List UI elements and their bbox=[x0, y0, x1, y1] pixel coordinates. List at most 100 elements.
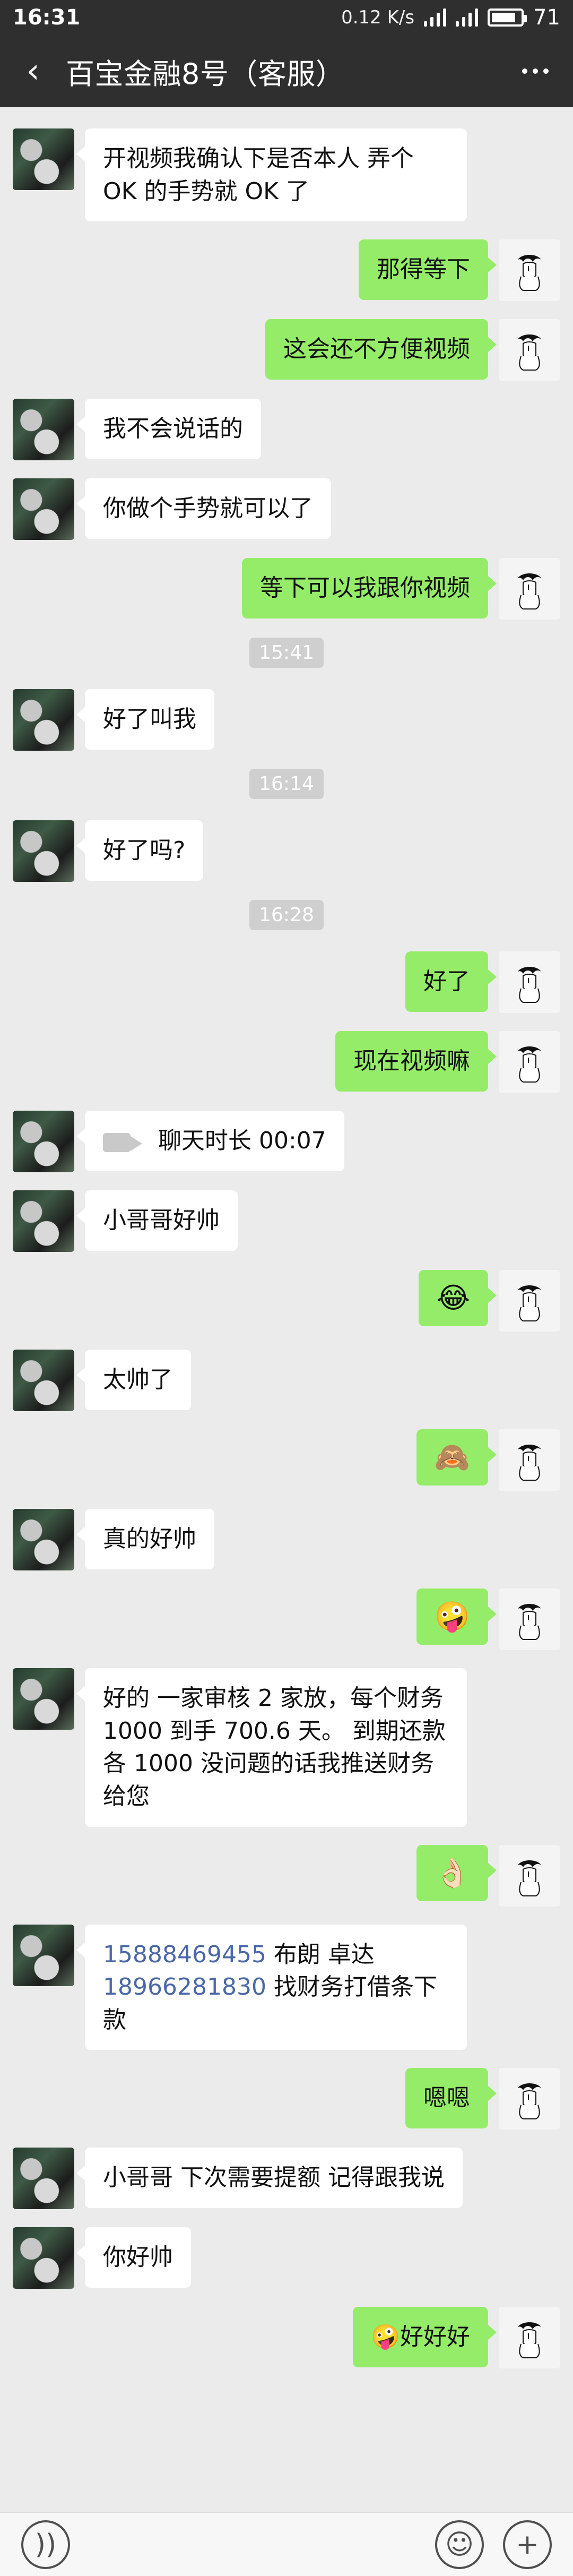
message-text: 嗯嗯 bbox=[423, 2084, 470, 2112]
incoming-bubble[interactable]: 小哥哥好帅 bbox=[76, 1190, 238, 1251]
incoming-bubble[interactable]: 你做个手势就可以了 bbox=[76, 478, 331, 539]
user-avatar[interactable] bbox=[499, 1429, 560, 1491]
user-avatar-illustration bbox=[518, 255, 541, 291]
plus-button[interactable]: + bbox=[503, 2520, 552, 2569]
user-avatar-illustration bbox=[518, 334, 541, 371]
message-text: 🤪好好好 bbox=[371, 2323, 470, 2351]
chat-message: 🤪 bbox=[0, 1588, 573, 1651]
time-separator: 16:28 bbox=[0, 900, 573, 931]
outgoing-bubble[interactable]: 那得等下 bbox=[359, 239, 497, 300]
incoming-bubble[interactable]: 好了叫我 bbox=[76, 689, 214, 750]
contact-avatar[interactable] bbox=[13, 128, 74, 190]
time-separator: 16:14 bbox=[0, 769, 573, 800]
outgoing-bubble[interactable]: 这会还不方便视频 bbox=[265, 319, 497, 380]
user-avatar-illustration bbox=[518, 1860, 541, 1896]
outgoing-bubble[interactable]: 🙈 bbox=[416, 1429, 497, 1486]
chat-message: 你做个手势就可以了 bbox=[0, 478, 573, 540]
incoming-bubble[interactable]: 真的好帅 bbox=[76, 1509, 214, 1569]
incoming-bubble[interactable]: 你好帅 bbox=[76, 2227, 191, 2288]
contact-avatar[interactable] bbox=[13, 689, 74, 751]
time-label: 15:41 bbox=[249, 638, 324, 668]
chat-message: 👌🏻 bbox=[0, 1844, 573, 1907]
contact-avatar[interactable] bbox=[13, 2227, 74, 2289]
incoming-bubble[interactable]: 我不会说话的 bbox=[76, 399, 261, 459]
incoming-bubble[interactable]: 好的 一家审核 2 家放，每个财务 1000 到手 700.6 天。 到期还款各… bbox=[76, 1668, 467, 1827]
user-avatar[interactable] bbox=[499, 2307, 560, 2369]
contact-line: 18966281830 找财务打借条下款 bbox=[103, 1971, 449, 2036]
user-avatar-illustration bbox=[518, 1285, 541, 1322]
user-avatar[interactable] bbox=[499, 1031, 560, 1093]
contact-avatar[interactable] bbox=[13, 820, 74, 882]
user-avatar-illustration bbox=[518, 1445, 541, 1481]
battery-fill bbox=[492, 13, 516, 22]
battery-icon bbox=[488, 8, 527, 27]
incoming-bubble[interactable]: 太帅了 bbox=[76, 1350, 191, 1410]
phone-number-link[interactable]: 18966281830 bbox=[103, 1973, 266, 2000]
user-avatar[interactable] bbox=[499, 951, 560, 1014]
contact-avatar[interactable] bbox=[13, 478, 74, 540]
back-button[interactable]: ‹ bbox=[14, 52, 52, 90]
chat-message: 嗯嗯 bbox=[0, 2068, 573, 2130]
more-dot bbox=[543, 68, 549, 74]
message-text: 太帅了 bbox=[103, 1366, 173, 1394]
user-avatar-illustration bbox=[518, 967, 541, 1003]
user-avatar[interactable] bbox=[499, 1588, 560, 1651]
message-text: 你好帅 bbox=[103, 2244, 173, 2271]
message-text: 开视频我确认下是否本人 弄个 OK 的手势就 OK 了 bbox=[103, 145, 414, 205]
chat-area: 开视频我确认下是否本人 弄个 OK 的手势就 OK 了那得等下这会还不方便视频我… bbox=[0, 107, 573, 2369]
contact-avatar[interactable] bbox=[13, 1509, 74, 1571]
message-text: 你做个手势就可以了 bbox=[103, 495, 313, 522]
outgoing-bubble[interactable]: 👌🏻 bbox=[416, 1844, 497, 1901]
camera-lens bbox=[131, 1136, 142, 1151]
contact-avatar[interactable] bbox=[13, 1111, 74, 1173]
outgoing-bubble[interactable]: 🤪 bbox=[416, 1588, 497, 1645]
contact-avatar[interactable] bbox=[13, 1924, 74, 1986]
video-call-summary: 聊天时长 00:07 bbox=[103, 1124, 326, 1157]
incoming-bubble-contacts[interactable]: 15888469455 布朗 卓达 18966281830 找财务打借条下款 bbox=[76, 1924, 467, 2050]
more-button[interactable] bbox=[511, 47, 559, 95]
incoming-bubble[interactable]: 好了吗? bbox=[76, 820, 204, 881]
outgoing-bubble[interactable]: 等下可以我跟你视频 bbox=[242, 558, 497, 619]
chat-message: 我不会说话的 bbox=[0, 399, 573, 461]
emoji-button[interactable]: ☺ bbox=[435, 2520, 484, 2569]
user-avatar[interactable] bbox=[499, 1270, 560, 1332]
outgoing-bubble[interactable]: 现在视频嘛 bbox=[335, 1031, 497, 1092]
user-avatar[interactable] bbox=[499, 239, 560, 302]
contact-avatar[interactable] bbox=[13, 2148, 74, 2210]
chat-message: 小哥哥好帅 bbox=[0, 1190, 573, 1252]
voice-button[interactable]: )) bbox=[21, 2520, 70, 2569]
outgoing-bubble[interactable]: 嗯嗯 bbox=[405, 2068, 497, 2128]
user-avatar[interactable] bbox=[499, 558, 560, 620]
message-text: 现在视频嘛 bbox=[353, 1047, 470, 1075]
outgoing-bubble[interactable]: 🤪好好好 bbox=[353, 2307, 497, 2367]
incoming-bubble[interactable]: 聊天时长 00:07 bbox=[76, 1111, 344, 1171]
message-text: 好了 bbox=[423, 968, 470, 995]
signal-icon bbox=[424, 8, 447, 27]
chat-message: 聊天时长 00:07 bbox=[0, 1111, 573, 1173]
contact-avatar[interactable] bbox=[13, 1668, 74, 1730]
chat-message: 太帅了 bbox=[0, 1350, 573, 1412]
chat-message: 小哥哥 下次需要提额 记得跟我说 bbox=[0, 2148, 573, 2210]
app-bar: ‹ 百宝金融8号（客服） bbox=[0, 35, 573, 107]
chat-message: 好的 一家审核 2 家放，每个财务 1000 到手 700.6 天。 到期还款各… bbox=[0, 1668, 573, 1827]
outgoing-bubble[interactable]: 好了 bbox=[405, 951, 497, 1012]
user-avatar-illustration bbox=[518, 1046, 541, 1083]
message-text: 这会还不方便视频 bbox=[283, 336, 470, 363]
outgoing-bubble[interactable]: 😂 bbox=[418, 1270, 497, 1327]
user-avatar[interactable] bbox=[499, 1844, 560, 1907]
chat-message: 真的好帅 bbox=[0, 1509, 573, 1571]
contact-avatar[interactable] bbox=[13, 1190, 74, 1252]
incoming-bubble[interactable]: 小哥哥 下次需要提额 记得跟我说 bbox=[76, 2148, 463, 2208]
contact-avatar[interactable] bbox=[13, 1350, 74, 1412]
phone-number-link[interactable]: 15888469455 bbox=[103, 1941, 266, 1968]
contact-avatar[interactable] bbox=[13, 399, 74, 461]
user-avatar[interactable] bbox=[499, 319, 560, 381]
chat-message: 😂 bbox=[0, 1270, 573, 1332]
emoji-message: 🤪 bbox=[434, 1600, 470, 1634]
user-avatar[interactable] bbox=[499, 2068, 560, 2130]
chat-message: 等下可以我跟你视频 bbox=[0, 558, 573, 620]
incoming-bubble[interactable]: 开视频我确认下是否本人 弄个 OK 的手势就 OK 了 bbox=[76, 128, 467, 222]
more-dot bbox=[533, 68, 538, 74]
battery-percent: 71 bbox=[533, 5, 560, 30]
emoji-message: 🙈 bbox=[434, 1440, 470, 1474]
